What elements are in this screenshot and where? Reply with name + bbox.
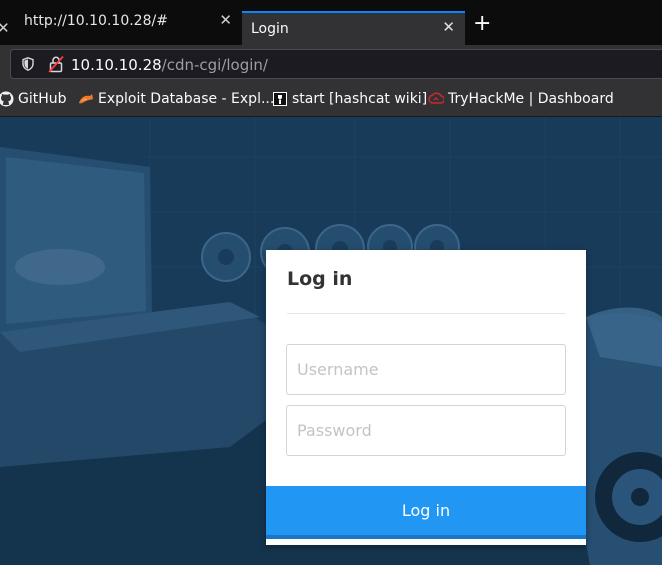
exploit-db-icon: [79, 94, 93, 104]
login-button[interactable]: Log in: [266, 486, 586, 539]
url-path: /cdn-cgi/login/: [161, 56, 268, 74]
insecure-lock-icon[interactable]: [48, 55, 64, 73]
bookmark-github[interactable]: GitHub: [0, 90, 67, 108]
navigation-bar: 10.10.10.28/cdn-cgi/login/: [0, 45, 662, 82]
bookmark-exploit-db[interactable]: Exploit Database - Expl...: [78, 90, 274, 108]
hashcat-icon: [273, 92, 287, 106]
tab-strip: ✕ http://10.10.10.28/# ✕ Login ✕ +: [0, 0, 662, 45]
new-tab-plus-icon[interactable]: +: [473, 13, 491, 35]
bookmarks-toolbar: GitHub Exploit Database - Expl... start …: [0, 82, 662, 117]
bookmark-tryhackme[interactable]: TryHackMe | Dashboard: [428, 90, 614, 108]
close-tab-icon[interactable]: ✕: [442, 19, 455, 35]
close-icon[interactable]: ✕: [0, 19, 10, 37]
tab-home[interactable]: http://10.10.10.28/# ✕: [14, 0, 242, 42]
username-input[interactable]: [286, 344, 566, 395]
tab-title: Login: [251, 21, 289, 37]
login-title: Log in: [287, 268, 353, 290]
bookmark-label: start [hashcat wiki]: [292, 91, 428, 107]
url-host: 10.10.10.28: [71, 56, 162, 74]
bookmark-label: GitHub: [18, 91, 67, 107]
login-card: Log in Log in: [266, 250, 586, 545]
url-text[interactable]: 10.10.10.28/cdn-cgi/login/: [71, 56, 268, 74]
bookmark-label: TryHackMe | Dashboard: [448, 91, 614, 107]
shield-icon[interactable]: [22, 57, 34, 71]
bookmark-hashcat[interactable]: start [hashcat wiki]: [272, 90, 427, 108]
tryhackme-icon: [428, 92, 444, 104]
tab-login[interactable]: Login ✕: [242, 11, 465, 45]
close-tab-icon[interactable]: ✕: [219, 12, 232, 28]
url-bar[interactable]: 10.10.10.28/cdn-cgi/login/: [10, 49, 662, 79]
tab-title: http://10.10.10.28/#: [24, 13, 168, 29]
bookmark-label: Exploit Database - Expl...: [98, 91, 275, 107]
divider: [287, 313, 566, 314]
password-input[interactable]: [286, 405, 566, 456]
github-icon: [0, 91, 14, 107]
page-content: Log in Log in: [0, 117, 662, 565]
